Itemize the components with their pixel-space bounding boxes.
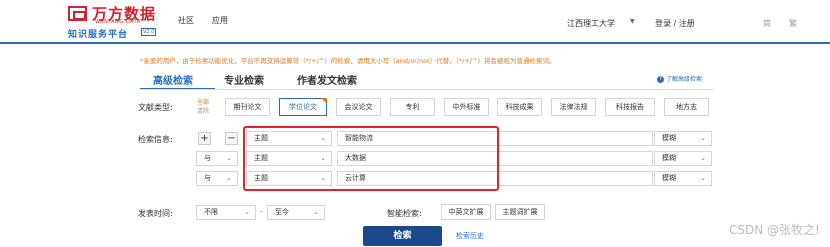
search-history-link[interactable]: 检索历史 <box>456 231 484 241</box>
operator-notice: *亲爱的用户，由于检索功能优化，平台不再支持运算符（*/+/^）的检索，请用大小… <box>140 57 556 65</box>
chevron-down-icon[interactable]: ▼ <box>630 18 635 25</box>
time-range-dash: - <box>260 208 263 216</box>
doctype-clear[interactable]: 清除 <box>197 106 209 115</box>
add-row-button[interactable]: + <box>198 132 211 145</box>
csdn-watermark: CSDN @张牧之! <box>729 223 820 237</box>
time-from-select[interactable]: 不限 ⌄ <box>196 205 256 220</box>
doctype-all[interactable]: 全部 <box>197 97 209 106</box>
doctype-report[interactable]: 科技报告 <box>605 98 655 116</box>
time-to-value: 至今 <box>275 208 289 216</box>
site-header: 万方数据 WANFANG DATA 知识服务平台 V2.0 社区 应用 江西理工… <box>0 0 830 44</box>
lang-simplified[interactable]: 简 <box>763 18 771 29</box>
chevron-down-icon: ⌄ <box>313 208 319 216</box>
match-select-3[interactable]: 模糊 ⌄ <box>654 171 712 186</box>
match-select-1-value: 模糊 <box>662 134 676 142</box>
time-from-value: 不限 <box>204 208 218 216</box>
publish-time-label: 发表时间: <box>138 209 173 218</box>
search-button[interactable]: 检索 <box>363 226 442 246</box>
operator-select-2[interactable]: 与 ⌄ <box>196 151 238 166</box>
operator-select-2-value: 与 <box>204 154 211 162</box>
tabs-divider <box>140 89 714 90</box>
chevron-down-icon: ⌄ <box>700 154 706 162</box>
institution-name[interactable]: 江西理工大学 <box>567 18 615 29</box>
match-select-1[interactable]: 模糊 ⌄ <box>654 131 712 146</box>
doctype-law[interactable]: 法律法规 <box>551 98 596 116</box>
match-select-3-value: 模糊 <box>662 174 676 182</box>
operator-select-3-value: 与 <box>204 174 211 182</box>
chevron-down-icon: ⌄ <box>226 154 232 162</box>
synonym-extension-button[interactable]: 主题词扩展 <box>495 204 545 220</box>
chevron-down-icon: ⌄ <box>700 134 706 142</box>
logo-english: WANFANG DATA <box>95 19 141 25</box>
doctype-journal[interactable]: 期刊论文 <box>225 98 270 116</box>
chevron-down-icon: ⌄ <box>700 174 706 182</box>
wanfang-logo-icon[interactable] <box>68 6 87 21</box>
time-to-select[interactable]: 至今 ⌄ <box>267 205 325 220</box>
help-icon: ? <box>657 76 664 83</box>
lang-traditional[interactable]: 繁 <box>789 18 797 29</box>
remove-row-button[interactable]: − <box>225 132 238 145</box>
nav-community[interactable]: 社区 <box>178 15 194 26</box>
login-register-link[interactable]: 登录 / 注册 <box>655 18 695 29</box>
match-select-2[interactable]: 模糊 ⌄ <box>654 151 712 166</box>
doctype-patent[interactable]: 专利 <box>390 98 435 116</box>
tab-professional-search[interactable]: 专业检索 <box>224 72 264 87</box>
help-advanced-search-link[interactable]: ? 了解高级检索 <box>657 74 702 83</box>
doctype-thesis[interactable]: 学位论文 <box>279 98 327 116</box>
tab-author-search[interactable]: 作者发文检索 <box>297 72 357 87</box>
help-label: 了解高级检索 <box>666 76 703 83</box>
doctype-conference[interactable]: 会议论文 <box>336 98 381 116</box>
doctype-label: 文献类型: <box>138 103 173 112</box>
header-divider <box>0 42 830 44</box>
chevron-down-icon: ⌄ <box>226 174 232 182</box>
version-badge: V2.0 <box>141 28 157 36</box>
tab-advanced-search[interactable]: 高级检索 <box>153 72 193 87</box>
doctype-local-chronicle[interactable]: 地方志 <box>664 98 709 116</box>
nav-apps[interactable]: 应用 <box>212 15 228 26</box>
search-info-label: 检索信息: <box>138 135 173 144</box>
chevron-down-icon: ⌄ <box>244 208 250 216</box>
cn-en-extension-button[interactable]: 中英文扩展 <box>441 204 491 220</box>
logo-subtitle: 知识服务平台 <box>68 30 129 40</box>
smart-search-label: 智能检索: <box>387 209 422 218</box>
match-select-2-value: 模糊 <box>662 154 676 162</box>
doctype-achievement[interactable]: 科技成果 <box>497 98 542 116</box>
highlight-annotation-box <box>243 126 499 191</box>
doctype-standard[interactable]: 中外标准 <box>444 98 489 116</box>
operator-select-3[interactable]: 与 ⌄ <box>196 171 238 186</box>
